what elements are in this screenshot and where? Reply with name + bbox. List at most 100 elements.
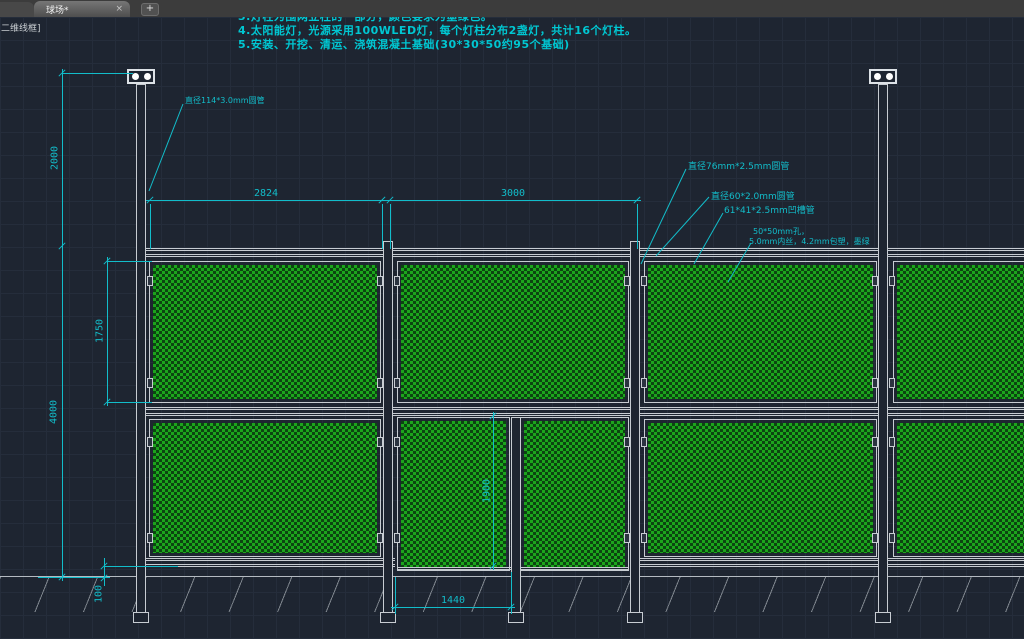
- mesh-clamp: [872, 276, 878, 286]
- tab-drawing[interactable]: 球场* ×: [34, 1, 130, 17]
- dim-line-3000: [386, 200, 641, 201]
- mesh-clamp: [872, 378, 878, 388]
- dim-line-1750: [107, 257, 108, 406]
- file-tab-bar: 球场* × +: [0, 0, 1024, 17]
- mesh-clamp: [641, 378, 647, 388]
- mesh-clamp: [889, 276, 895, 286]
- lamp-bulb: [144, 73, 151, 80]
- fence-post: [878, 84, 888, 621]
- dim-text-span-left: 2824: [254, 188, 278, 199]
- mesh-clamp: [889, 437, 895, 447]
- post-footing: [133, 612, 149, 623]
- dim-line-4000: [62, 246, 63, 581]
- leader-label-mid-rail-pipe: 直径60*2.0mm圆管: [711, 189, 795, 202]
- mesh-clamp: [147, 276, 153, 286]
- dim-text-door-width: 1440: [441, 595, 465, 606]
- dim-text-panel-height: 1750: [95, 319, 106, 343]
- mesh-panel: [644, 419, 877, 557]
- lamp-bulb: [874, 73, 881, 80]
- leader-label-pole-pipe: 直径114*3.0mm圆管: [185, 95, 265, 106]
- mesh-panel: [397, 261, 629, 403]
- new-tab-button[interactable]: +: [141, 3, 159, 16]
- mesh-clamp: [377, 533, 383, 543]
- leader-label-mesh-spec-2: 5.0mm内丝，4.2mm包塑，墨绿: [749, 236, 870, 247]
- dim-ext: [382, 204, 383, 249]
- lamp-bulb: [132, 73, 139, 80]
- mesh-clamp: [624, 437, 630, 447]
- mesh-clamp: [394, 378, 400, 388]
- mesh-clamp: [377, 378, 383, 388]
- fence-post: [136, 84, 146, 621]
- dim-ext: [390, 204, 391, 249]
- mesh-clamp: [377, 437, 383, 447]
- fence-rail: [630, 558, 1024, 561]
- dim-ext: [107, 402, 152, 403]
- fence-rail: [146, 248, 1024, 251]
- mesh-clamp: [394, 276, 400, 286]
- dim-ext: [38, 577, 110, 578]
- cad-window: 二维线框]: [0, 0, 1024, 639]
- mesh-clamp: [641, 437, 647, 447]
- mesh-clamp: [394, 437, 400, 447]
- mesh-clamp: [377, 276, 383, 286]
- dim-line-2000: [62, 69, 63, 250]
- tab-previous[interactable]: [0, 2, 34, 17]
- close-tab-icon[interactable]: ×: [115, 3, 123, 15]
- dim-ext: [62, 73, 133, 74]
- mesh-panel: [149, 261, 381, 403]
- mesh-clamp: [624, 276, 630, 286]
- dim-line-1900: [493, 412, 494, 570]
- dim-ext: [104, 566, 178, 567]
- post-footing: [627, 612, 643, 623]
- fence-rail: [146, 407, 1024, 410]
- viewport-style-label[interactable]: 二维线框]: [1, 21, 41, 34]
- dim-text-bottom-gap: 100: [94, 585, 105, 603]
- post-footing: [875, 612, 891, 623]
- mesh-clamp: [641, 276, 647, 286]
- dim-text-door-height: 1900: [482, 479, 493, 503]
- mesh-clamp: [394, 533, 400, 543]
- solar-light-fixture: [869, 69, 897, 84]
- post-footing: [380, 612, 396, 623]
- dim-ext: [395, 577, 396, 614]
- mesh-panel: [644, 261, 877, 403]
- mesh-clamp: [641, 533, 647, 543]
- dim-ext: [150, 204, 151, 249]
- mesh-clamp: [872, 437, 878, 447]
- dim-text-total-height: 4000: [49, 400, 60, 424]
- dim-text-span-right: 3000: [501, 188, 525, 199]
- note-line-5: 5.安装、开挖、清运、浇筑混凝土基础(30*30*50约95个基础): [238, 36, 570, 52]
- leader-label-top-rail-pipe: 直径76mm*2.5mm圆管: [688, 159, 789, 172]
- dim-line-2824: [146, 200, 386, 201]
- dim-line-1440: [391, 607, 515, 608]
- tab-title: 球场*: [46, 3, 69, 16]
- mesh-clamp: [147, 437, 153, 447]
- fence-post: [383, 241, 393, 621]
- mesh-clamp: [147, 533, 153, 543]
- mesh-clamp: [147, 378, 153, 388]
- mesh-panel: [893, 419, 1024, 557]
- gate-post: [511, 417, 521, 616]
- dim-ext: [107, 261, 152, 262]
- dim-text-pole-top: 2000: [50, 146, 61, 170]
- dim-ext: [637, 204, 638, 249]
- fence-rail: [630, 564, 1024, 567]
- fence-rail: [146, 254, 1024, 257]
- mesh-panel: [149, 419, 381, 557]
- mesh-clamp: [624, 378, 630, 388]
- mesh-panel: [893, 261, 1024, 403]
- fence-rail: [146, 413, 1024, 416]
- gate-door-panel: [520, 417, 629, 571]
- fence-rail: [146, 564, 395, 567]
- mesh-clamp: [889, 533, 895, 543]
- lamp-bulb: [886, 73, 893, 80]
- fence-rail: [146, 558, 395, 561]
- solar-light-fixture: [127, 69, 155, 84]
- mesh-clamp: [624, 533, 630, 543]
- dim-line-100: [104, 558, 105, 586]
- mesh-clamp: [889, 378, 895, 388]
- leader-label-channel-tube: 61*41*2.5mm凹槽管: [724, 203, 815, 216]
- fence-post: [630, 241, 640, 621]
- mesh-clamp: [872, 533, 878, 543]
- dim-ext: [511, 572, 512, 614]
